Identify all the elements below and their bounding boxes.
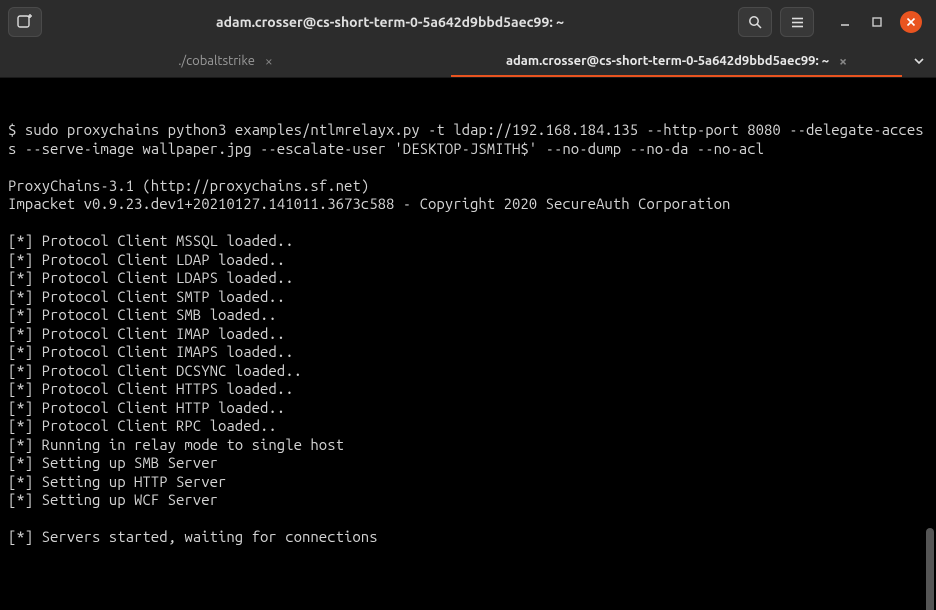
hamburger-icon xyxy=(790,15,805,30)
terminal-output: $ sudo proxychains python3 examples/ntlm… xyxy=(8,121,928,547)
titlebar-right xyxy=(738,7,928,37)
tab-label: ./cobaltstrike xyxy=(178,54,255,68)
tab-close-button[interactable]: × xyxy=(839,53,847,69)
scrollbar-thumb[interactable] xyxy=(926,528,934,610)
titlebar: adam.crosser@cs-short-term-0-5a642d9bbd5… xyxy=(0,0,936,44)
titlebar-left xyxy=(8,7,42,37)
window-controls xyxy=(836,11,922,33)
tab-label: adam.crosser@cs-short-term-0-5a642d9bbd5… xyxy=(506,54,829,68)
search-button[interactable] xyxy=(738,7,772,37)
tabs-bar: ./cobaltstrike × adam.crosser@cs-short-t… xyxy=(0,44,936,78)
minimize-button[interactable] xyxy=(836,13,854,31)
maximize-icon xyxy=(871,16,883,28)
new-tab-icon xyxy=(16,13,34,31)
tabs-dropdown-button[interactable] xyxy=(902,44,936,77)
close-button[interactable] xyxy=(900,11,922,33)
terminal-lines: ProxyChains-3.1 (http://proxychains.sf.n… xyxy=(8,177,730,546)
tab-close-button[interactable]: × xyxy=(265,53,273,69)
maximize-button[interactable] xyxy=(868,13,886,31)
shell-command: sudo proxychains python3 examples/ntlmre… xyxy=(8,121,924,157)
search-icon xyxy=(748,15,763,30)
tab-cobaltstrike[interactable]: ./cobaltstrike × xyxy=(0,44,451,77)
new-tab-button[interactable] xyxy=(8,7,42,37)
tab-terminal-session[interactable]: adam.crosser@cs-short-term-0-5a642d9bbd5… xyxy=(451,44,902,77)
close-icon xyxy=(906,17,916,27)
terminal-pane[interactable]: $ sudo proxychains python3 examples/ntlm… xyxy=(0,78,936,610)
minimize-icon xyxy=(839,16,851,28)
hamburger-menu-button[interactable] xyxy=(780,7,814,37)
chevron-down-icon xyxy=(913,55,925,67)
shell-prompt: $ xyxy=(8,121,25,138)
window-title: adam.crosser@cs-short-term-0-5a642d9bbd5… xyxy=(50,14,730,30)
